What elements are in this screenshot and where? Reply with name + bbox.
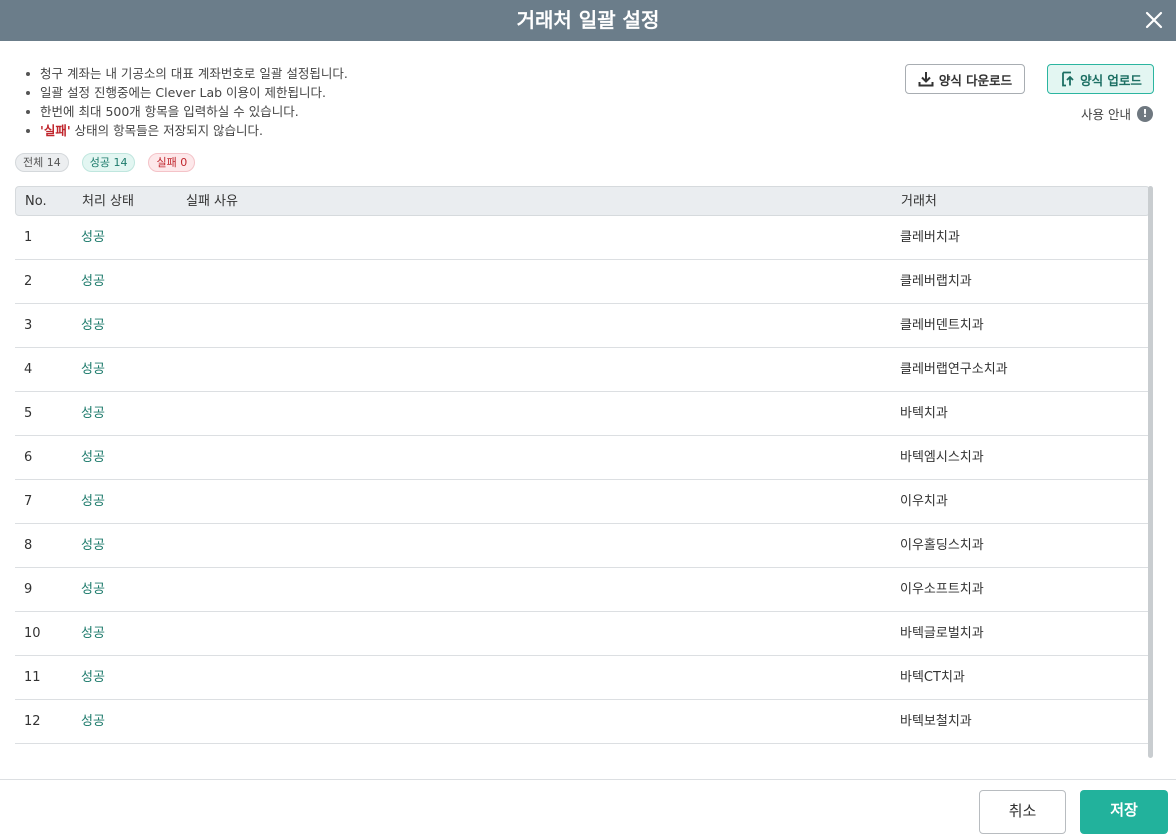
row-number: 3 [24,318,33,333]
row-number: 8 [24,538,33,553]
dialog-header: 거래처 일괄 설정 [0,0,1176,41]
row-vendor-name: 바텍치과 [900,406,948,421]
table-row: 8 성공 이우홀딩스치과 [15,524,1150,568]
template-download-button[interactable]: 양식 다운로드 [905,64,1025,94]
row-vendor-name: 클레버치과 [900,230,960,245]
notice-text: 상태의 항목들은 저장되지 않습니다. [70,123,264,138]
table-row: 12 성공 바텍보철치과 [15,700,1150,744]
row-number: 5 [24,406,33,421]
table-row: 7 성공 이우치과 [15,480,1150,524]
row-number: 11 [24,670,41,685]
table-scrollbar[interactable] [1148,186,1153,758]
footer-divider [0,779,1176,780]
fail-count-badge: 실패 0 [148,153,196,172]
row-vendor-name: 클레버랩치과 [900,274,972,289]
row-status: 성공 [81,318,105,333]
table-row: 1 성공 클레버치과 [15,216,1150,260]
table-row: 3 성공 클레버덴트치과 [15,304,1150,348]
close-icon[interactable] [1142,8,1166,32]
row-vendor-name: 바텍엠시스치과 [900,450,984,465]
row-vendor-name: 클레버덴트치과 [900,318,984,333]
column-header-vendor: 거래처 [901,194,937,209]
usage-guide-link[interactable]: 사용 안내 ! [1081,104,1153,123]
table-row: 4 성공 클레버랩연구소치과 [15,348,1150,392]
row-vendor-name: 이우치과 [900,494,948,509]
row-number: 2 [24,274,33,289]
upload-icon [1062,71,1074,87]
cancel-button[interactable]: 취소 [979,790,1066,834]
total-count-badge: 전체 14 [15,153,69,172]
notice-item: 한번에 최대 500개 항목을 입력하실 수 있습니다. [24,102,348,121]
dialog-title: 거래처 일괄 설정 [516,8,660,32]
row-status: 성공 [81,626,105,641]
table-body: 1 성공 클레버치과 2 성공 클레버랩치과 3 성공 클레버덴트치과 4 성공 클레버랩연구소치과 5… [15,216,1150,744]
row-vendor-name: 이우소프트치과 [900,582,984,597]
row-number: 4 [24,362,33,377]
column-header-status: 처리 상태 [82,194,134,209]
row-status: 성공 [81,406,105,421]
row-status: 성공 [81,362,105,377]
fail-highlight: '실패' [40,123,71,138]
template-download-label: 양식 다운로드 [938,72,1013,88]
table-header: No. 처리 상태 실패 사유 거래처 [15,186,1150,216]
result-table: No. 처리 상태 실패 사유 거래처 1 성공 클레버치과 2 성공 클레버랩치과 3 성공… [15,186,1150,758]
table-row: 9 성공 이우소프트치과 [15,568,1150,612]
row-vendor-name: 바텍보철치과 [900,714,972,729]
notice-list: 청구 계좌는 내 기공소의 대표 계좌번호로 일괄 설정됩니다. 일괄 설정 진… [24,64,348,140]
row-status: 성공 [81,582,105,597]
download-icon [918,72,934,87]
table-row: 11 성공 바텍CT치과 [15,656,1150,700]
column-header-reason: 실패 사유 [186,194,238,209]
row-vendor-name: 바텍CT치과 [900,670,965,685]
row-number: 9 [24,582,33,597]
row-status: 성공 [81,494,105,509]
row-status: 성공 [81,714,105,729]
row-vendor-name: 이우홀딩스치과 [900,538,984,553]
usage-guide-label: 사용 안내 [1081,107,1131,122]
status-summary: 전체 14 성공 14 실패 0 [15,153,196,172]
save-button[interactable]: 저장 [1080,790,1168,834]
row-status: 성공 [81,450,105,465]
row-number: 7 [24,494,33,509]
column-header-no: No. [25,194,47,209]
table-row: 5 성공 바텍치과 [15,392,1150,436]
row-status: 성공 [81,230,105,245]
template-upload-button[interactable]: 양식 업로드 [1047,64,1154,94]
table-row: 10 성공 바텍글로벌치과 [15,612,1150,656]
template-upload-label: 양식 업로드 [1080,72,1142,88]
notice-item: 일괄 설정 진행중에는 Clever Lab 이용이 제한됩니다. [24,83,348,102]
row-vendor-name: 클레버랩연구소치과 [900,362,1008,377]
row-status: 성공 [81,670,105,685]
row-number: 1 [24,230,33,245]
row-status: 성공 [81,274,105,289]
table-row: 2 성공 클레버랩치과 [15,260,1150,304]
row-number: 10 [24,626,41,641]
table-row: 6 성공 바텍엠시스치과 [15,436,1150,480]
row-status: 성공 [81,538,105,553]
notice-item: '실패' 상태의 항목들은 저장되지 않습니다. [24,121,348,140]
row-number: 12 [24,714,41,729]
notice-item: 청구 계좌는 내 기공소의 대표 계좌번호로 일괄 설정됩니다. [24,64,348,83]
success-count-badge: 성공 14 [81,153,136,172]
row-vendor-name: 바텍글로벌치과 [900,626,984,641]
row-number: 6 [24,450,33,465]
info-icon: ! [1137,105,1153,122]
